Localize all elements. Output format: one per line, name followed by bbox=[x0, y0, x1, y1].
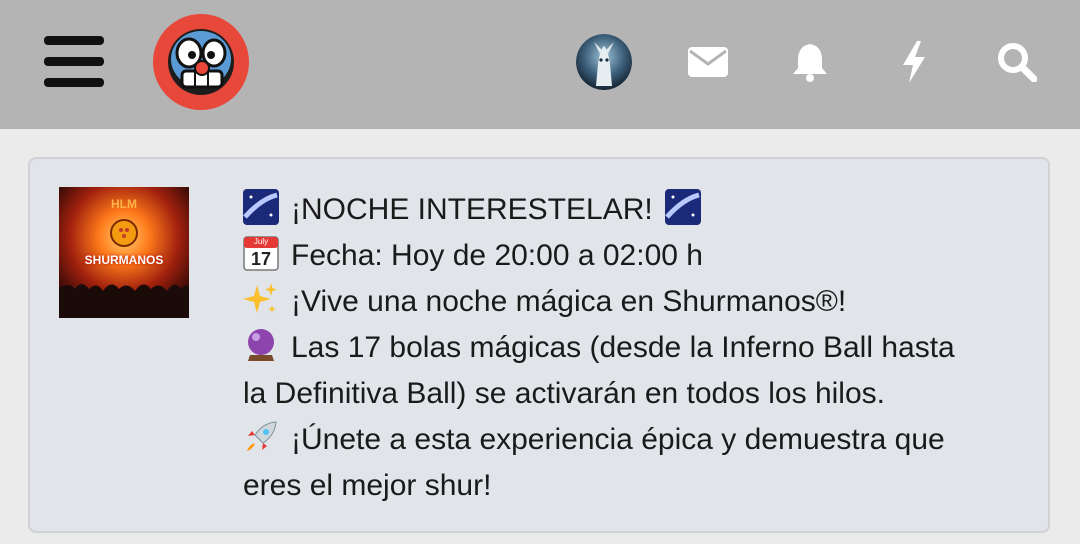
milky-way-icon bbox=[243, 189, 279, 225]
milky-way-icon bbox=[665, 189, 702, 225]
notice-line: eres el mejor shur! bbox=[243, 463, 1033, 509]
event-date: Fecha: Hoy de 20:00 a 02:00 h bbox=[291, 239, 703, 272]
top-navigation-bar bbox=[0, 0, 1080, 129]
notice-title: ¡NOCHE INTERESTELAR! bbox=[291, 193, 653, 226]
notice-message: ¡NOCHE INTERESTELAR! July 17 Fecha: Hoy … bbox=[243, 187, 1033, 509]
notice-text: ¡Vive una noche mágica en Shurmanos®! bbox=[291, 285, 847, 318]
notice-text: ¡Únete a esta experiencia épica y demues… bbox=[291, 423, 945, 456]
notice-line: July 17 Fecha: Hoy de 20:00 a 02:00 h bbox=[243, 233, 1033, 279]
notice-line: la Definitiva Ball) se activarán en todo… bbox=[243, 371, 1033, 417]
calendar-icon: July 17 bbox=[243, 235, 279, 271]
notice-line: ¡Vive una noche mágica en Shurmanos®! bbox=[243, 279, 1033, 325]
envelope-icon[interactable] bbox=[684, 38, 732, 86]
search-icon[interactable] bbox=[993, 38, 1041, 86]
rocket-icon bbox=[243, 419, 279, 455]
notice-line: ¡Únete a esta experiencia épica y demues… bbox=[243, 417, 1033, 463]
bell-icon[interactable] bbox=[786, 38, 834, 86]
notice-text: la Definitiva Ball) se activarán en todo… bbox=[243, 377, 885, 410]
thumbnail-brand-text: SHURMANOS bbox=[84, 253, 164, 267]
calendar-month: July bbox=[253, 237, 269, 246]
notice-text: eres el mejor shur! bbox=[243, 469, 492, 502]
lightning-icon[interactable] bbox=[890, 38, 938, 86]
notice-text: Las 17 bolas mágicas (desde la Inferno B… bbox=[291, 331, 955, 364]
notice-line: Las 17 bolas mágicas (desde la Inferno B… bbox=[243, 325, 1033, 371]
notice-card: HLM SHURMANOS ¡NOCHE INTERESTELAR! July … bbox=[28, 157, 1050, 533]
sparkles-icon bbox=[243, 281, 279, 317]
event-thumbnail[interactable]: HLM SHURMANOS bbox=[59, 187, 189, 318]
notice-line: ¡NOCHE INTERESTELAR! bbox=[243, 187, 1033, 233]
calendar-day: 17 bbox=[250, 249, 272, 269]
user-avatar-icon[interactable] bbox=[576, 34, 632, 90]
hamburger-menu-icon[interactable] bbox=[44, 36, 104, 88]
crystal-ball-icon bbox=[243, 327, 279, 363]
thumbnail-top-text: HLM bbox=[111, 197, 137, 211]
site-logo-face-icon[interactable] bbox=[152, 13, 250, 111]
